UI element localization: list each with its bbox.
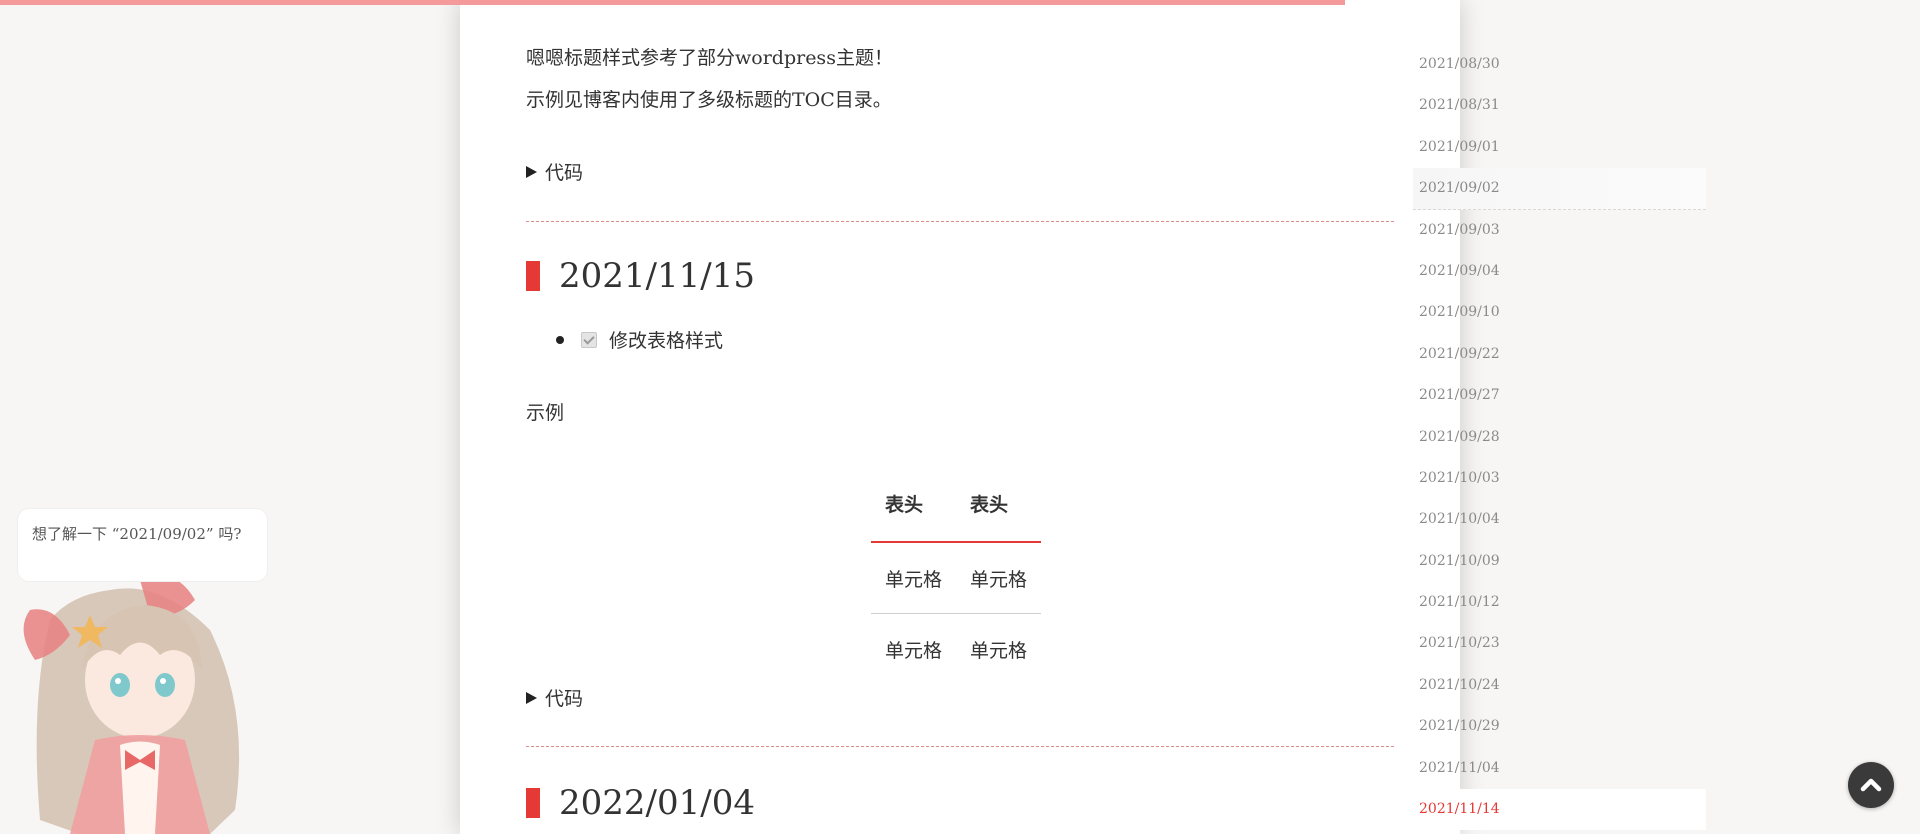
intro-paragraph-2: 示例见博客内使用了多级标题的TOC目录。	[526, 89, 892, 111]
section-heading-2022-01-04: 2022/01/04	[526, 783, 755, 823]
toc-item-hovered[interactable]: 2021/09/02	[1413, 168, 1706, 210]
bullet-icon	[556, 335, 564, 344]
code-summary-label: 代码	[545, 688, 584, 710]
toc-item[interactable]: 2021/08/30	[1413, 44, 1706, 85]
back-to-top-button[interactable]	[1848, 762, 1894, 808]
toc-item[interactable]: 2021/09/01	[1413, 127, 1706, 168]
toc-item[interactable]: 2021/10/04	[1413, 499, 1706, 540]
chevron-up-icon	[1860, 778, 1882, 792]
toc-item[interactable]: 2021/10/03	[1413, 458, 1706, 499]
triangle-right-icon	[526, 691, 537, 704]
toc-item[interactable]: 2021/09/22	[1413, 334, 1706, 375]
toc-item[interactable]: 2021/10/12	[1413, 582, 1706, 623]
mascot-tooltip: 想了解一下 “2021/09/02” 吗?	[17, 508, 268, 582]
section-heading-2021-11-15: 2021/11/15	[526, 256, 755, 296]
toc-item[interactable]: 2021/09/28	[1413, 417, 1706, 458]
table-cell: 单元格	[871, 542, 957, 614]
toc-item[interactable]: 2021/10/29	[1413, 706, 1706, 747]
table-cell: 单元格	[885, 639, 943, 662]
task-list-item: 修改表格样式	[556, 326, 723, 353]
demo-table: 表头 表头 单元格 单元格 单元格 单元格	[871, 470, 1042, 685]
toc-item[interactable]: 2021/09/03	[1413, 210, 1706, 251]
task-label: 修改表格样式	[609, 330, 724, 352]
heading-date: 2022/01/04	[559, 783, 755, 823]
toc-item-active[interactable]: 2021/11/14	[1413, 789, 1706, 831]
toc-item[interactable]: 2021/10/24	[1413, 665, 1706, 706]
toc-sidebar: 2021/08/30 2021/08/31 2021/09/01 2021/09…	[1413, 44, 1706, 831]
table-row: 单元格 单元格	[871, 614, 1041, 685]
code-details-summary-1[interactable]: 代码	[526, 158, 583, 185]
toc-item[interactable]: 2021/10/23	[1413, 623, 1706, 664]
table-header-cell: 表头	[956, 470, 1042, 543]
triangle-right-icon	[526, 165, 537, 178]
code-summary-label: 代码	[545, 162, 584, 184]
task-checkbox[interactable]	[581, 331, 597, 348]
red-bar-icon	[526, 788, 540, 818]
toc-item[interactable]: 2021/10/09	[1413, 541, 1706, 582]
reading-progress-bar	[0, 0, 1345, 5]
table-cell: 单元格	[956, 542, 1042, 614]
mascot-character-image[interactable]	[10, 560, 260, 834]
table-header-cell: 表头	[871, 470, 957, 543]
section-divider	[526, 746, 1394, 747]
toc-item[interactable]: 2021/08/31	[1413, 85, 1706, 126]
heading-date: 2021/11/15	[559, 256, 755, 296]
table-cell: 单元格	[970, 639, 1028, 662]
red-bar-icon	[526, 261, 540, 291]
example-label: 示例	[526, 402, 565, 424]
code-details-summary-2[interactable]: 代码	[526, 684, 583, 711]
section-divider	[526, 221, 1394, 222]
toc-item[interactable]: 2021/11/04	[1413, 748, 1706, 789]
toc-item[interactable]: 2021/09/27	[1413, 375, 1706, 416]
intro-paragraph-1: 嗯嗯标题样式参考了部分wordpress主题！	[526, 47, 893, 69]
toc-item[interactable]: 2021/09/04	[1413, 251, 1706, 292]
toc-item[interactable]: 2021/09/10	[1413, 292, 1706, 333]
table-row: 单元格 单元格	[871, 542, 1042, 614]
article-card	[460, 0, 1460, 834]
